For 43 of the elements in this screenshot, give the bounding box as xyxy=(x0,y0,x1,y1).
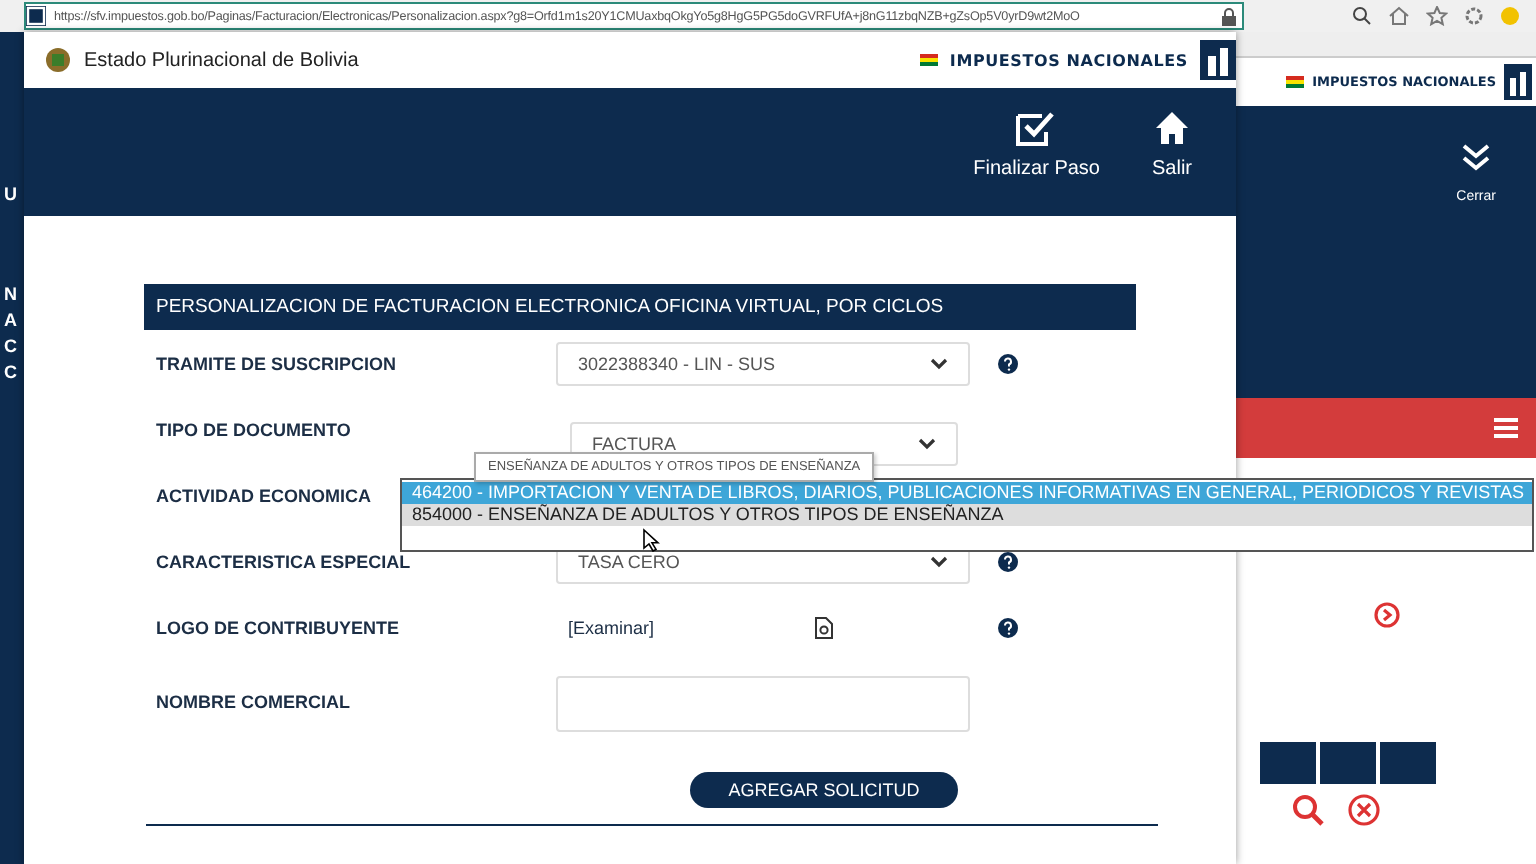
flag-icon xyxy=(919,54,938,66)
help-icon[interactable] xyxy=(998,551,1018,571)
field-label: ACTIVIDAD ECONOMICA xyxy=(156,485,371,505)
chevron-down-icon xyxy=(930,357,948,369)
document-search-icon[interactable] xyxy=(814,615,835,639)
menu-icon[interactable] xyxy=(1494,418,1518,438)
exit-button[interactable]: Salir xyxy=(1143,88,1200,216)
checkbox-tick-icon xyxy=(1016,109,1057,145)
field-label: NOMBRE COMERCIAL xyxy=(156,692,350,712)
dropdown-option[interactable]: 854000 - ENSEÑANZA DE ADULTOS Y OTROS TIPOS DE ENSEÑANZA xyxy=(402,503,1532,525)
state-name: Estado Plurinacional de Bolivia xyxy=(84,49,359,71)
lock-icon xyxy=(1222,7,1236,25)
browse-link[interactable]: [Examinar] xyxy=(568,617,655,637)
sidebar-letter: C xyxy=(4,336,19,356)
flag-icon xyxy=(1286,76,1305,88)
dropdown-field[interactable]: 3022388340 - LIN - SUS xyxy=(556,341,970,385)
field-label: TIPO DE DOCUMENTO xyxy=(156,419,351,439)
coat-of-arms-icon xyxy=(44,46,72,74)
chevron-down-icon xyxy=(930,555,948,567)
field-label: TRAMITE DE SUSCRIPCION xyxy=(156,353,397,373)
sidebar-letter: U xyxy=(2,184,19,204)
search-icon[interactable] xyxy=(1292,794,1324,826)
close-icon[interactable] xyxy=(1348,794,1380,826)
finish-step-button[interactable]: Finalizar Paso xyxy=(965,88,1108,216)
sidebar-letter: A xyxy=(4,310,19,330)
add-request-button[interactable]: AGREGAR SOLICITUD xyxy=(690,772,958,808)
help-icon[interactable] xyxy=(998,617,1018,637)
field-label: LOGO DE CONTRIBUYENTE xyxy=(156,617,400,637)
field-label: CARACTERISTICA ESPECIAL xyxy=(156,551,411,571)
home-icon xyxy=(1153,109,1190,145)
section-title: PERSONALIZACION DE FACTURACION ELECTRONICA OFICINA VIRTUAL, POR CICLOS xyxy=(144,284,1136,330)
text-input-field[interactable] xyxy=(556,676,970,732)
star-icon[interactable] xyxy=(1426,6,1448,26)
page-icon xyxy=(26,6,46,26)
sidebar-letter: N xyxy=(4,284,19,304)
chevron-down-icon xyxy=(918,437,936,449)
search-icon[interactable] xyxy=(1352,6,1372,26)
help-icon[interactable] xyxy=(998,353,1018,373)
sidebar-letter: C xyxy=(4,362,19,382)
brand-name: IMPUESTOS NACIONALES xyxy=(949,51,1188,69)
settings-icon[interactable] xyxy=(1464,6,1484,26)
home-icon[interactable] xyxy=(1388,6,1410,26)
double-chevron-down-icon xyxy=(1460,142,1493,174)
